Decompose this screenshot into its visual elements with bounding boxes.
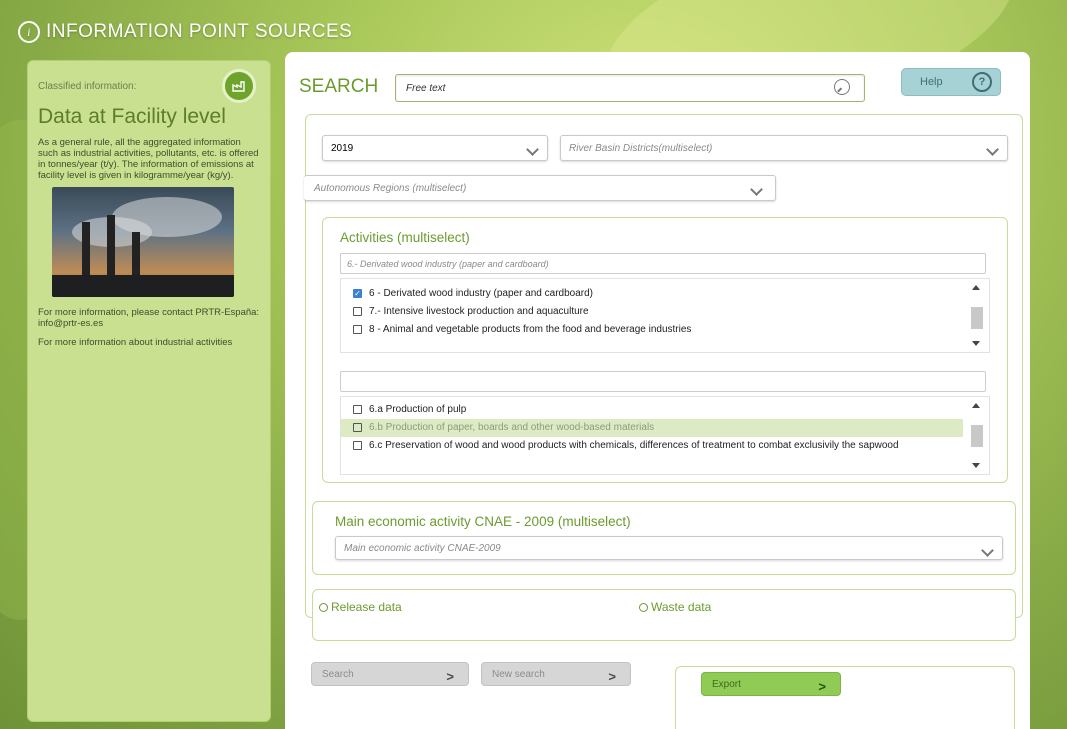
release-data-radio[interactable]: Release data [319, 600, 402, 614]
page-title: INFORMATION POINT SOURCES [46, 21, 353, 42]
new-search-button-label: New search [492, 668, 545, 680]
scrollbar[interactable] [963, 397, 989, 474]
radio-button[interactable] [319, 602, 328, 612]
radio-button[interactable] [639, 602, 648, 612]
cnae-title: Main economic activity CNAE - 2009 (mult… [335, 514, 631, 529]
page-header: i INFORMATION POINT SOURCES [18, 18, 352, 46]
scrollbar[interactable] [963, 279, 989, 352]
help-button[interactable]: Help ? [901, 68, 1001, 96]
export-button[interactable]: Export > [701, 672, 841, 696]
cnae-select[interactable]: Main economic activity CNAE-2009 [335, 536, 1003, 560]
release-data-label: Release data [331, 600, 402, 614]
regions-placeholder: Autonomous Regions (multiselect) [314, 182, 467, 194]
list-item[interactable]: 6.b Production of paper, boards and othe… [341, 419, 963, 437]
checkbox[interactable]: ✓ [353, 289, 362, 298]
checkbox[interactable] [353, 307, 362, 316]
checkbox[interactable] [353, 441, 362, 450]
industrial-activities-link[interactable]: For more information about industrial ac… [38, 337, 260, 348]
activities-section: Activities (multiselect) 6.- Derivated w… [322, 217, 1008, 483]
list-item-label: 6.b Production of paper, boards and othe… [369, 422, 655, 433]
list-item[interactable]: ✓ 6 - Derivated wood industry (paper and… [341, 285, 989, 303]
scroll-thumb[interactable] [971, 307, 983, 329]
activities-title: Activities (multiselect) [340, 230, 470, 245]
search-button-label: Search [322, 668, 354, 680]
list-item-label: 8 - Animal and vegetable products from t… [369, 324, 692, 335]
new-search-button[interactable]: New search > [481, 662, 631, 686]
scroll-thumb[interactable] [971, 425, 983, 447]
river-basin-select[interactable]: River Basin Districts(multiselect) [560, 135, 1008, 161]
list-item[interactable]: 6.c Preservation of wood and wood produc… [341, 437, 989, 455]
checkbox[interactable] [353, 423, 362, 432]
contact-info: For more information, please contact PRT… [38, 307, 260, 329]
export-button-label: Export [712, 678, 741, 690]
scroll-down-icon[interactable] [972, 463, 980, 468]
factory-icon[interactable] [222, 69, 256, 103]
regions-select[interactable]: Autonomous Regions (multiselect) [304, 175, 776, 201]
list-item-label: 6 - Derivated wood industry (paper and c… [369, 288, 594, 299]
list-item-label: 7.- Intensive livestock production and a… [369, 306, 589, 317]
info-icon: i [18, 21, 40, 43]
help-icon: ? [972, 72, 992, 92]
chevron-down-icon [750, 183, 763, 196]
info-sidebar: Classified information: Data at Facility… [27, 60, 271, 722]
scroll-down-icon[interactable] [972, 341, 980, 346]
list-item[interactable]: 8 - Animal and vegetable products from t… [341, 321, 989, 339]
chevron-right-icon: > [446, 669, 454, 684]
chevron-right-icon: > [608, 669, 616, 684]
chevron-down-icon [981, 544, 994, 557]
chevron-down-icon [986, 143, 999, 156]
search-box[interactable] [395, 74, 865, 102]
search-input[interactable] [396, 81, 828, 95]
sub-activities-list[interactable]: 6.a Production of pulp 6.b Production of… [340, 396, 990, 475]
river-basin-placeholder: River Basin Districts(multiselect) [569, 142, 713, 154]
waste-data-radio[interactable]: Waste data [639, 600, 711, 614]
search-panel: SEARCH Help ? 2019 River Basin Districts… [285, 52, 1030, 729]
filters-container: 2019 River Basin Districts(multiselect) … [304, 114, 1023, 641]
search-button[interactable]: Search > [311, 662, 469, 686]
chevron-down-icon [526, 143, 539, 156]
waste-data-label: Waste data [651, 600, 712, 614]
list-item[interactable]: 6.a Production of pulp [341, 401, 989, 419]
sidebar-description: As a general rule, all the aggregated in… [38, 137, 259, 181]
year-value: 2019 [331, 142, 354, 154]
search-icon[interactable] [834, 79, 850, 95]
cnae-section: Main economic activity CNAE - 2009 (mult… [312, 501, 1016, 575]
checkbox[interactable] [353, 405, 362, 414]
activities-list[interactable]: ✓ 6 - Derivated wood industry (paper and… [340, 278, 990, 353]
scroll-up-icon[interactable] [972, 285, 980, 290]
scroll-up-icon[interactable] [972, 403, 980, 408]
data-type-section: Release data Waste data [312, 589, 1016, 641]
help-label: Help [920, 76, 943, 88]
list-item[interactable]: 7.- Intensive livestock production and a… [341, 303, 989, 321]
activities-filter[interactable]: 6.- Derivated wood industry (paper and c… [340, 253, 986, 274]
classified-label: Classified information: [38, 80, 137, 92]
cnae-placeholder: Main economic activity CNAE-2009 [344, 542, 501, 554]
sidebar-title: Data at Facility level [38, 105, 226, 128]
sub-activities-filter[interactable] [340, 371, 986, 392]
year-select[interactable]: 2019 [322, 135, 548, 161]
chevron-right-icon: > [818, 679, 826, 694]
list-item-label: 6.a Production of pulp [369, 404, 467, 415]
checkbox[interactable] [353, 325, 362, 334]
factory-photo [52, 187, 234, 297]
search-label: SEARCH [299, 76, 379, 97]
list-item-label: 6.c Preservation of wood and wood produc… [369, 440, 899, 451]
